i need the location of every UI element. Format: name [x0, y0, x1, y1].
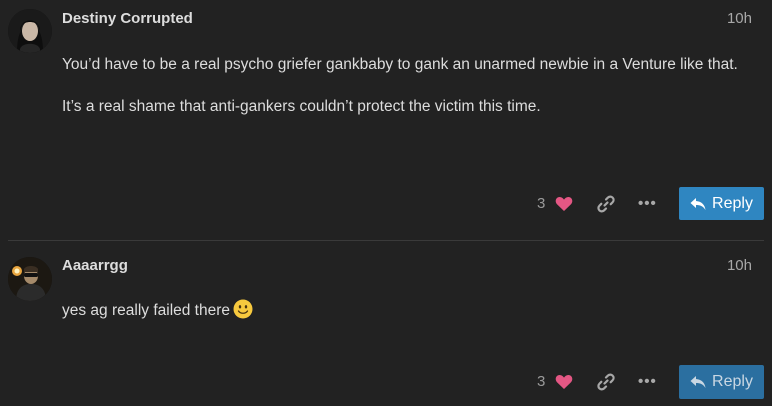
post-date[interactable]: 10h — [727, 10, 752, 27]
reply-arrow-icon — [690, 197, 706, 210]
username[interactable]: Aaaarrgg — [62, 257, 128, 274]
avatar-image — [8, 9, 52, 53]
post-paragraph: yes ag really failed there — [62, 298, 742, 328]
reply-button[interactable]: Reply — [679, 365, 764, 399]
avatar-image — [8, 257, 52, 301]
post-text: yes ag really failed there — [62, 302, 231, 319]
post-paragraph: It’s a real shame that anti-gankers coul… — [62, 98, 541, 115]
reply-arrow-icon — [690, 376, 706, 388]
post-actions: 3 ••• Reply — [0, 187, 772, 221]
heart-icon[interactable] — [555, 374, 573, 395]
avatar[interactable] — [8, 257, 52, 301]
avatar[interactable] — [8, 9, 52, 53]
post-date[interactable]: 10h — [727, 257, 752, 274]
post-actions: 3 ••• Reply — [0, 365, 772, 399]
more-icon[interactable]: ••• — [638, 373, 657, 390]
reply-button[interactable]: Reply — [679, 187, 764, 220]
more-icon[interactable]: ••• — [638, 195, 657, 212]
like-count[interactable]: 3 — [537, 373, 545, 390]
link-icon[interactable] — [597, 373, 615, 396]
slightly-smiling-face-emoji — [233, 299, 253, 328]
post-body: You’d have to be a real psycho griefer g… — [62, 52, 742, 136]
post-2: Aaaarrgg 10h yes ag really failed there … — [0, 241, 772, 406]
post-body: yes ag really failed there — [62, 298, 742, 344]
post-paragraph: You’d have to be a real psycho griefer g… — [62, 56, 738, 73]
post-1: Destiny Corrupted 10h You’d have to be a… — [0, 0, 772, 240]
like-count[interactable]: 3 — [537, 195, 545, 212]
reply-label: Reply — [712, 194, 753, 212]
username[interactable]: Destiny Corrupted — [62, 10, 193, 27]
heart-icon[interactable] — [555, 196, 573, 217]
link-icon[interactable] — [597, 195, 615, 218]
reply-label: Reply — [712, 373, 753, 390]
